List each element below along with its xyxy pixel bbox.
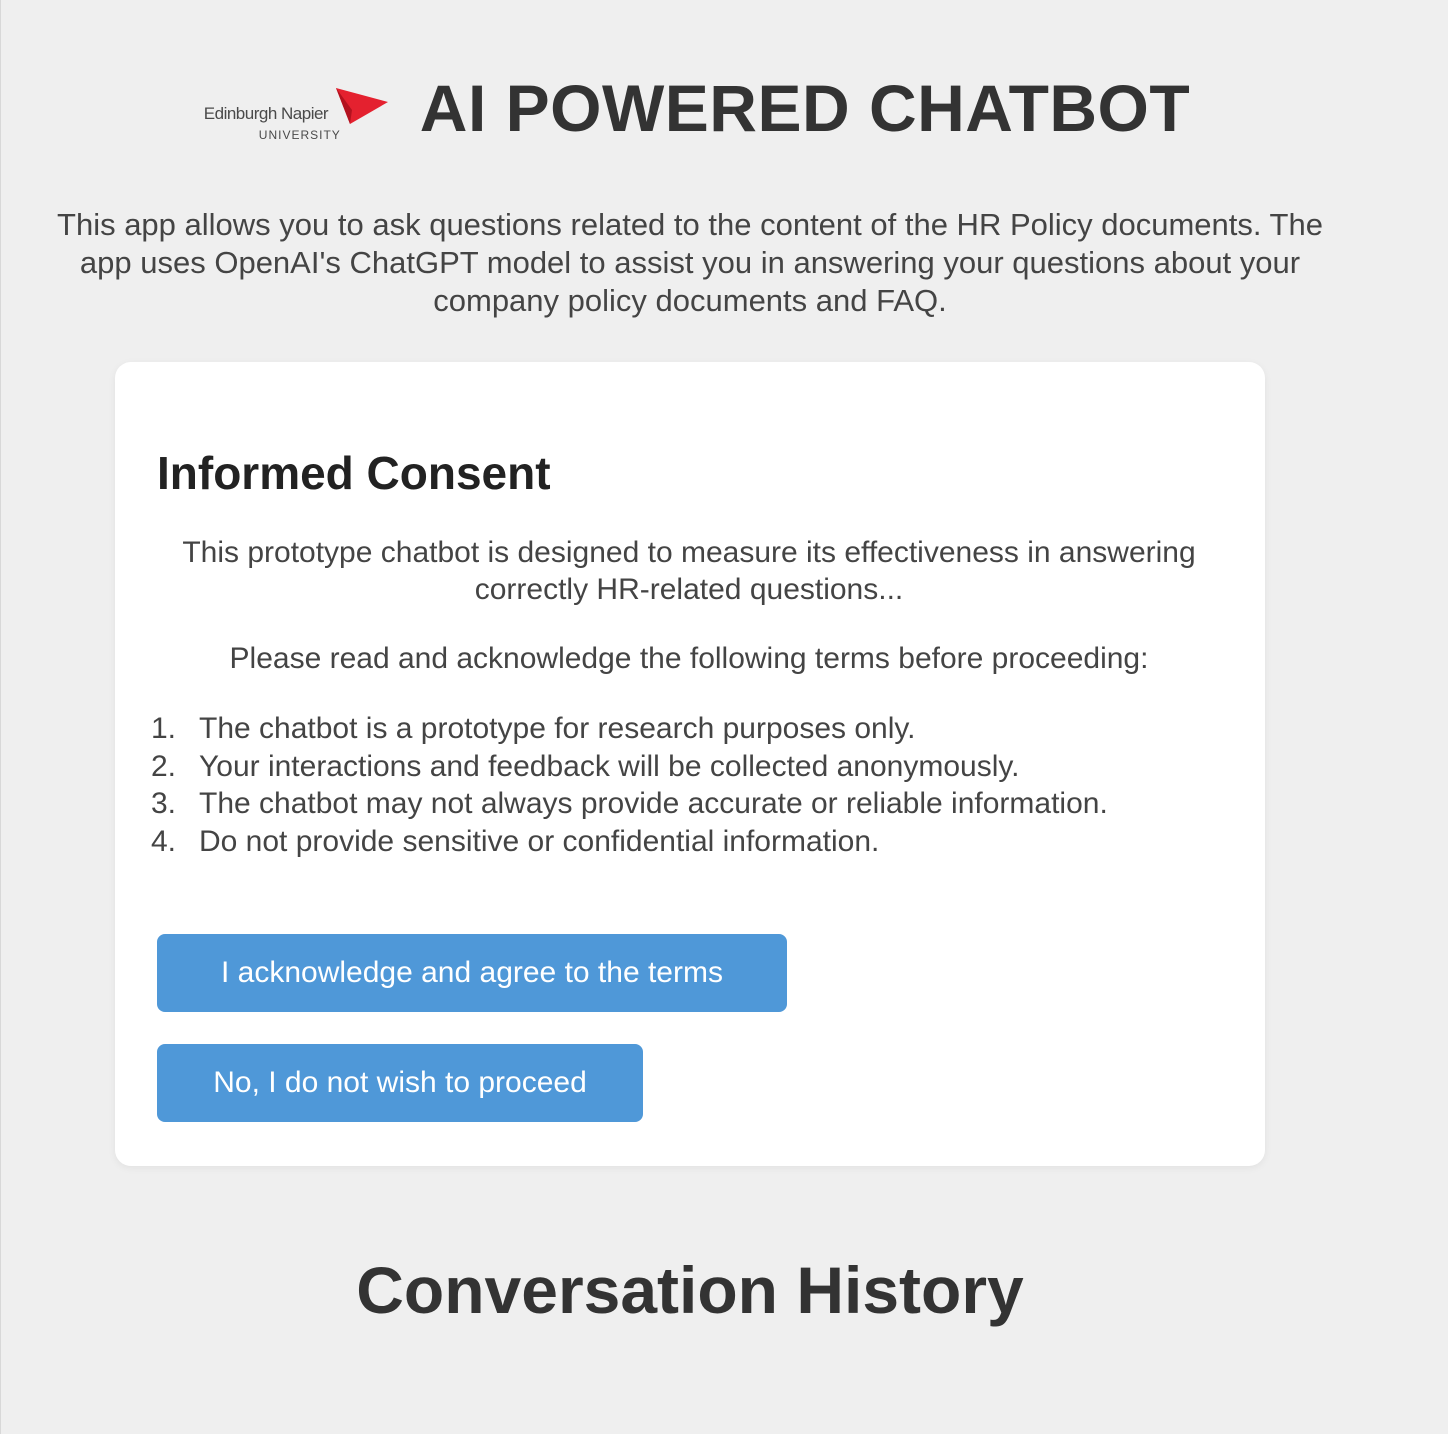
term-text: Your interactions and feedback will be c… bbox=[199, 749, 1020, 783]
term-item: 1. The chatbot is a prototype for resear… bbox=[151, 710, 1108, 748]
term-text: The chatbot is a prototype for research … bbox=[199, 712, 916, 745]
consent-description: This prototype chatbot is designed to me… bbox=[182, 536, 1196, 606]
logo-flag-icon bbox=[335, 88, 388, 124]
consent-instruction: Please read and acknowledge the followin… bbox=[229, 642, 1149, 675]
page-title: AI POWERED CHATBOT bbox=[419, 71, 1191, 145]
term-item: 2. Your interactions and feedback will b… bbox=[151, 748, 1108, 786]
term-number: 2. bbox=[151, 749, 177, 783]
term-text: Do not provide sensitive or confidential… bbox=[199, 824, 880, 858]
agree-button[interactable]: I acknowledge and agree to the terms bbox=[157, 934, 787, 1012]
term-text: The chatbot may not always provide accur… bbox=[199, 787, 1108, 820]
term-item: 3. The chatbot may not always provide ac… bbox=[151, 785, 1108, 823]
term-number: 3. bbox=[151, 787, 177, 820]
logo-name: Edinburgh Napier bbox=[203, 104, 329, 123]
conversation-history-title: Conversation History bbox=[356, 1253, 1024, 1327]
app-description: This app allows you to ask questions rel… bbox=[57, 207, 1323, 318]
terms-list: 1. The chatbot is a prototype for resear… bbox=[151, 710, 1108, 860]
consent-card: Informed Consent This prototype chatbot … bbox=[115, 362, 1265, 1166]
logo-subtitle: UNIVERSITY bbox=[258, 128, 341, 142]
term-number: 1. bbox=[151, 712, 177, 745]
term-item: 4. Do not provide sensitive or confident… bbox=[151, 823, 1108, 861]
decline-button[interactable]: No, I do not wish to proceed bbox=[157, 1044, 643, 1122]
page-header: Edinburgh Napier UNIVERSITY AI POWERED C… bbox=[0, 68, 1390, 148]
window-edge bbox=[0, 0, 1, 1434]
university-logo: Edinburgh Napier UNIVERSITY bbox=[200, 78, 390, 142]
consent-title: Informed Consent bbox=[157, 447, 551, 499]
term-number: 4. bbox=[151, 824, 177, 858]
